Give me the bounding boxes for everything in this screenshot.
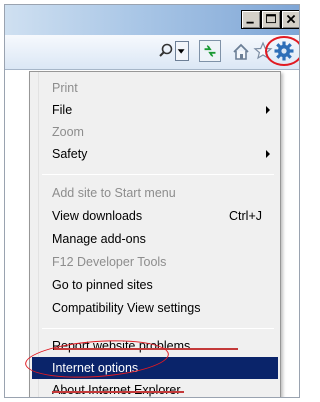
page-content-area (5, 71, 29, 397)
menu-item-manage-add-ons[interactable]: Manage add-ons (32, 228, 278, 250)
menu-separator (42, 174, 274, 175)
menu-item-go-to-pinned-sites[interactable]: Go to pinned sites (32, 274, 278, 296)
menu-item-compatibility-view-settings[interactable]: Compatibility View settings (32, 297, 278, 319)
menu-item-label: Add site to Start menu (52, 186, 176, 200)
menu-item-label: Safety (52, 147, 88, 161)
menu-item-label: Go to pinned sites (52, 278, 153, 292)
menu-item-file[interactable]: File (32, 99, 278, 121)
address-dropdown-button[interactable] (175, 41, 189, 61)
menu-item-f12-developer-tools: F12 Developer Tools (32, 251, 278, 273)
menu-item-label: About Internet Explorer (52, 383, 181, 397)
close-button[interactable] (281, 10, 299, 29)
menu-item-label: F12 Developer Tools (52, 255, 167, 269)
menu-item-about-internet-explorer[interactable]: About Internet Explorer (32, 379, 278, 397)
menu-item-shortcut: Ctrl+J (229, 209, 262, 223)
title-bar (5, 5, 299, 35)
home-icon[interactable] (231, 42, 251, 62)
dropdown-arrow-icon (177, 49, 185, 54)
menu-item-label: Print (52, 81, 78, 95)
menu-item-print: Print (32, 77, 278, 99)
submenu-arrow-icon (266, 150, 270, 158)
command-toolbar (5, 35, 299, 70)
maximize-button[interactable] (261, 10, 281, 29)
menu-item-view-downloads[interactable]: View downloads Ctrl+J (32, 205, 278, 227)
refresh-icon (204, 45, 216, 57)
annotation-circle-gear (265, 36, 299, 66)
menu-item-label: File (52, 103, 73, 117)
minimize-icon (246, 21, 254, 24)
submenu-arrow-icon (266, 106, 270, 114)
menu-item-label: View downloads (52, 209, 143, 223)
menu-item-label: Manage add-ons (52, 232, 146, 246)
menu-item-label: Zoom (52, 125, 84, 139)
menu-item-add-site-to-start-menu: Add site to Start menu (32, 182, 278, 204)
refresh-button[interactable] (199, 40, 221, 62)
menu-item-safety[interactable]: Safety (32, 143, 278, 165)
search-icon[interactable] (157, 42, 175, 60)
menu-separator (42, 328, 274, 329)
browser-window: Print File Zoom Safety Add site to Start… (4, 4, 300, 398)
annotation-strike-line (52, 391, 184, 393)
close-icon (286, 14, 296, 24)
menu-item-label: Compatibility View settings (52, 301, 201, 315)
minimize-button[interactable] (241, 10, 261, 29)
maximize-icon (266, 14, 276, 24)
menu-item-zoom: Zoom (32, 121, 278, 143)
